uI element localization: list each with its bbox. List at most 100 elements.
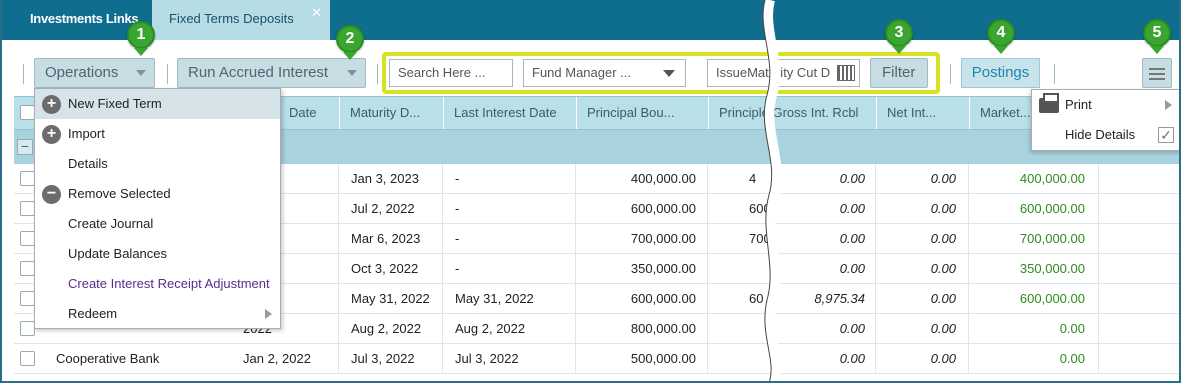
chevron-right-icon	[1165, 100, 1172, 110]
cell-principal: 600,000.00	[630, 291, 696, 306]
column-header-maturity-date[interactable]: Maturity D...	[339, 97, 443, 129]
tab-label: Fixed Terms Deposits	[169, 11, 294, 26]
filter-button[interactable]: Filter	[870, 58, 928, 88]
cell-maturity: May 31, 2022	[351, 291, 430, 306]
column-header-principal[interactable]: Principal Bou...	[576, 97, 708, 129]
chevron-down-icon	[136, 70, 146, 76]
collapse-group-icon[interactable]: −	[17, 139, 33, 155]
column-header-gross-int[interactable]: Principle Gross Int. Rcbl	[708, 97, 876, 129]
cell-last-interest: -	[455, 201, 460, 216]
cell-gross-int: 8,975.34	[814, 291, 865, 306]
cell-gross-int: 0.00	[839, 261, 865, 276]
menu-item-details[interactable]: Details	[35, 149, 280, 179]
app-frame: Investments Links Fixed Terms Deposits ✕…	[0, 0, 1181, 383]
row-checkbox[interactable]	[20, 351, 35, 366]
cell-market: 0.00	[1059, 351, 1085, 366]
cell-market: 0.00	[1059, 321, 1085, 336]
cell-gross-int: 0.00	[839, 351, 865, 366]
cell-last-interest: May 31, 2022	[455, 291, 534, 306]
menu-item-create-journal[interactable]: Create Journal	[35, 209, 280, 239]
cell-maturity: Jan 3, 2023	[351, 171, 419, 186]
hamburger-icon	[1149, 78, 1165, 80]
run-accrued-interest-button[interactable]: Run Accrued Interest	[177, 58, 366, 88]
issue-maturity-date-field[interactable]: IssueMaturity Cut D	[707, 59, 860, 87]
cell-issue: Jan 2, 2022	[243, 351, 311, 366]
plus-circle-icon: +	[42, 95, 61, 114]
menu-item-remove-selected[interactable]: − Remove Selected	[35, 179, 280, 209]
column-divider	[707, 164, 708, 374]
cell-principal: 600,000.00	[630, 201, 696, 216]
step-badge-3: 3	[885, 19, 913, 54]
column-header-net-int[interactable]: Net Int...	[876, 97, 969, 129]
hide-details-checkbox[interactable]: ✓	[1158, 127, 1174, 143]
toolbar-separator	[950, 64, 951, 84]
cell-net: 0.00	[930, 231, 956, 246]
menu-item-new-fixed-term[interactable]: + New Fixed Term	[35, 89, 280, 119]
cell-net: 0.00	[930, 171, 956, 186]
menu-item-label: Hide Details	[1065, 127, 1136, 142]
row-checkbox[interactable]	[20, 291, 35, 306]
menu-item-label: New Fixed Term	[68, 96, 162, 111]
column-header-last-interest-date[interactable]: Last Interest Date	[443, 97, 576, 129]
cell-name: Cooperative Bank	[56, 351, 160, 366]
operations-button[interactable]: Operations	[34, 58, 155, 88]
hamburger-icon	[1149, 73, 1165, 75]
step-badge-4: 4	[987, 19, 1015, 54]
toolbar-separator	[167, 64, 168, 84]
row-checkbox[interactable]	[20, 261, 35, 276]
search-input[interactable]: Search Here ...	[389, 59, 513, 87]
menu-item-hide-details[interactable]: Hide Details ✓	[1032, 120, 1179, 150]
menu-item-update-balances[interactable]: Update Balances	[35, 239, 280, 269]
cell-market: 600,000.00	[1019, 291, 1085, 306]
plus-circle-icon: +	[42, 125, 61, 144]
column-header-date[interactable]: Date	[278, 97, 338, 129]
row-checkbox[interactable]	[20, 231, 35, 246]
minus-circle-icon: −	[42, 185, 61, 204]
cell-maturity: Oct 3, 2022	[351, 261, 419, 276]
fund-manager-select[interactable]: Fund Manager ...	[523, 59, 686, 87]
cell-gross-int: 0.00	[839, 321, 865, 336]
cell-gross-int: 0.00	[839, 231, 865, 246]
select-all-checkbox[interactable]	[20, 105, 35, 120]
hamburger-icon	[1149, 68, 1165, 70]
cell-principal: 400,000.00	[630, 171, 696, 186]
cell-maturity: Jul 2, 2022	[351, 201, 415, 216]
column-divider	[575, 164, 576, 374]
row-checkbox[interactable]	[20, 201, 35, 216]
menu-item-import[interactable]: + Import	[35, 119, 280, 149]
cell-last-interest: -	[455, 171, 460, 186]
menu-button[interactable]	[1142, 58, 1172, 88]
row-checkbox[interactable]	[20, 171, 35, 186]
step-badge-1: 1	[127, 21, 155, 56]
cell-gross-int: 0.00	[839, 201, 865, 216]
cell-last-interest: Jul 3, 2022	[455, 351, 519, 366]
calendar-icon[interactable]	[837, 65, 855, 81]
step-badge-5: 5	[1143, 19, 1171, 54]
issue-maturity-placeholder: IssueMaturity Cut D	[716, 65, 831, 80]
chevron-down-icon	[663, 70, 675, 77]
cell-net: 0.00	[930, 351, 956, 366]
column-divider	[442, 164, 443, 374]
close-icon[interactable]: ✕	[311, 0, 322, 32]
table-row[interactable]: Cooperative Bank Jan 2, 2022 Jul 3, 2022 Ju…	[14, 344, 1179, 374]
printer-icon	[1039, 93, 1059, 113]
cell-market: 600,000.00	[1019, 201, 1085, 216]
cell-net: 0.00	[930, 321, 956, 336]
row-checkbox[interactable]	[20, 321, 35, 336]
menu-item-create-interest-receipt-adjustment[interactable]: Create Interest Receipt Adjustment	[35, 269, 280, 299]
cell-principal: 350,000.00	[630, 261, 696, 276]
postings-button[interactable]: Postings	[961, 58, 1040, 88]
cell-net: 0.00	[930, 291, 956, 306]
column-divider	[338, 164, 339, 374]
menu-item-redeem[interactable]: Redeem	[35, 299, 280, 329]
grid-options-menu: Print Hide Details ✓	[1031, 89, 1179, 151]
menu-item-label: Print	[1065, 97, 1092, 112]
fund-manager-placeholder: Fund Manager ...	[532, 65, 631, 80]
menu-item-print[interactable]: Print	[1032, 90, 1179, 120]
operations-dropdown-menu: + New Fixed Term + Import Details − Remo…	[34, 88, 281, 329]
cell-principal: 700,000.00	[630, 231, 696, 246]
tab-fixed-terms-deposits[interactable]: Fixed Terms Deposits ✕	[152, 0, 330, 40]
operations-label: Operations	[45, 64, 119, 81]
toolbar-separator	[377, 64, 378, 84]
chevron-down-icon	[347, 70, 357, 76]
